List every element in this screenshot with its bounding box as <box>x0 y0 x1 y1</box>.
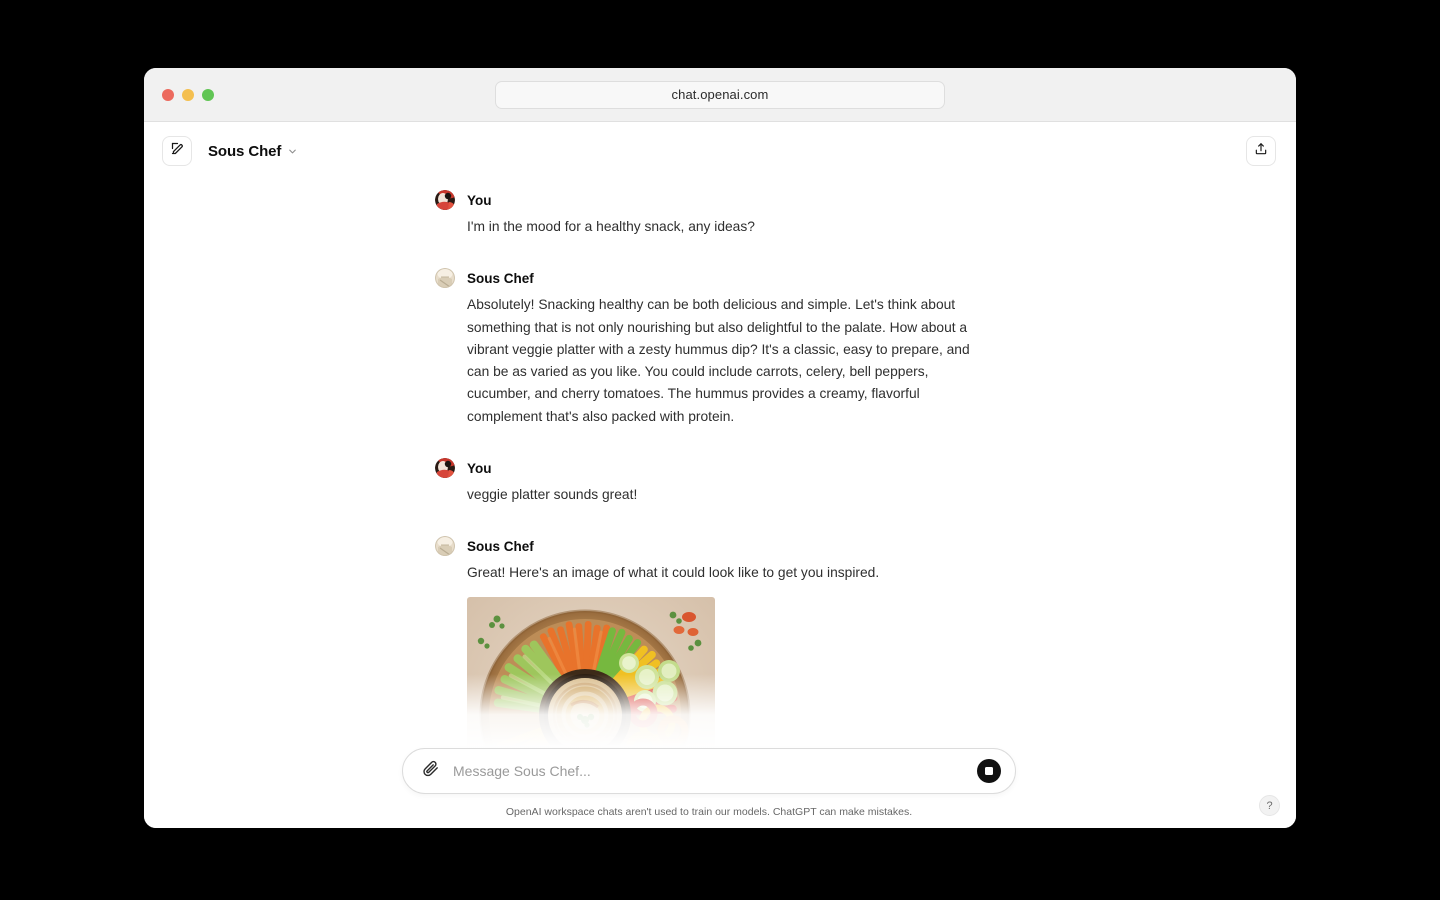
share-button[interactable] <box>1246 136 1276 166</box>
message-text: Absolutely! Snacking healthy can be both… <box>467 297 970 424</box>
message-text: Great! Here's an image of what it could … <box>467 565 880 581</box>
message-item: You veggie platter sounds great! <box>435 458 989 506</box>
message-composer[interactable] <box>402 748 1016 794</box>
address-bar-url: chat.openai.com <box>671 87 769 102</box>
help-button[interactable]: ? <box>1259 795 1280 816</box>
message-body: veggie platter sounds great! <box>467 484 989 506</box>
message-input[interactable] <box>453 763 977 779</box>
message-header: You <box>435 458 989 479</box>
disclaimer-text: OpenAI workspace chats aren't used to tr… <box>505 806 913 818</box>
composer-region: OpenAI workspace chats aren't used to tr… <box>144 748 1296 828</box>
message-header: Sous Chef <box>435 536 989 557</box>
message-author: You <box>467 460 492 476</box>
attach-file-button[interactable] <box>419 760 441 782</box>
message-item: You I'm in the mood for a healthy snack,… <box>435 190 989 238</box>
message-thread: You I'm in the mood for a healthy snack,… <box>435 180 989 748</box>
message-text: I'm in the mood for a healthy snack, any… <box>467 219 755 234</box>
message-body: Absolutely! Snacking healthy can be both… <box>467 294 989 428</box>
new-chat-button[interactable] <box>162 136 192 166</box>
address-bar[interactable]: chat.openai.com <box>495 80 945 109</box>
browser-titlebar: chat.openai.com <box>144 68 1296 122</box>
paperclip-icon <box>422 760 439 782</box>
message-header: You <box>435 190 989 210</box>
app-header: Sous Chef <box>144 122 1296 180</box>
minimize-window-button[interactable] <box>182 88 194 101</box>
user-avatar <box>435 190 455 210</box>
sous-chef-avatar <box>435 268 455 289</box>
chevron-down-icon <box>287 146 298 157</box>
conversation-scroll-area[interactable]: You I'm in the mood for a healthy snack,… <box>144 180 1296 748</box>
maximize-window-button[interactable] <box>202 88 214 101</box>
message-text: veggie platter sounds great! <box>467 487 638 503</box>
page-title: Sous Chef <box>208 142 282 160</box>
message-item: Sous Chef Absolutely! Snacking healthy c… <box>435 268 989 428</box>
user-avatar <box>435 458 455 479</box>
message-author: You <box>467 192 492 208</box>
question-mark-icon: ? <box>1266 799 1273 812</box>
generated-image-veggie-platter[interactable] <box>467 596 715 748</box>
message-author: Sous Chef <box>467 538 534 554</box>
traffic-lights <box>144 88 214 101</box>
stop-generating-button[interactable] <box>977 759 1001 783</box>
message-header: Sous Chef <box>435 268 989 289</box>
close-window-button[interactable] <box>162 88 174 101</box>
stop-generating-icon <box>985 767 993 775</box>
compose-pencil-square-icon <box>170 141 185 161</box>
message-item: Sous Chef Great! Here's an image of what… <box>435 536 989 748</box>
share-export-icon <box>1254 142 1268 161</box>
message-author: Sous Chef <box>467 270 534 286</box>
gpt-title-dropdown[interactable]: Sous Chef <box>208 143 298 160</box>
header-actions <box>1246 136 1276 166</box>
browser-window: chat.openai.com Sous Chef You I'm in the… <box>144 68 1296 828</box>
message-body: Great! Here's an image of what it could … <box>467 562 989 748</box>
sous-chef-avatar <box>435 536 455 557</box>
message-body: I'm in the mood for a healthy snack, any… <box>467 216 989 238</box>
